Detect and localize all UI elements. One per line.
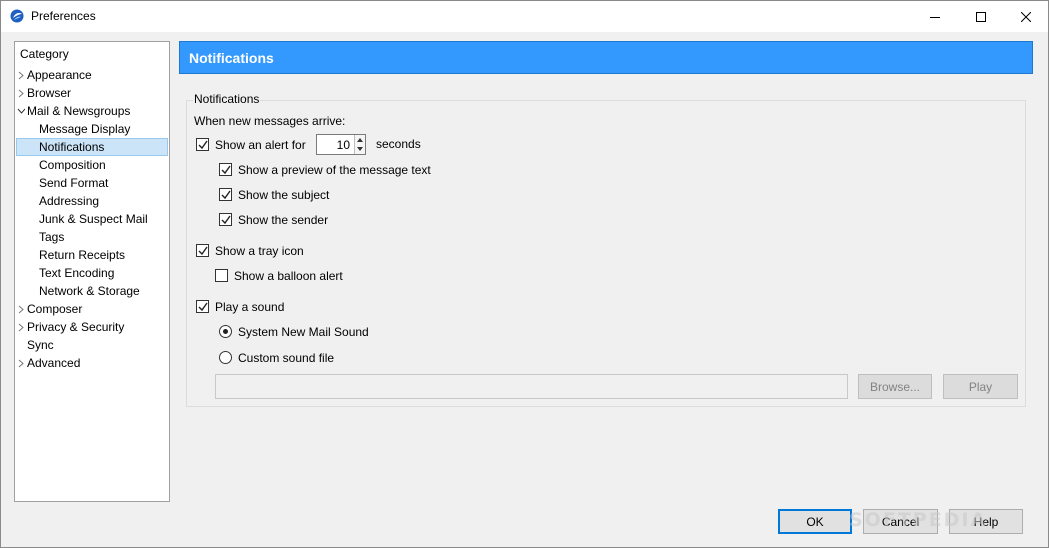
alert-seconds-spinner[interactable]: 10 [316, 134, 366, 155]
tree-item-addressing[interactable]: Addressing [39, 192, 99, 210]
preferences-window: Preferences Category Appearance Browser … [0, 0, 1049, 548]
show-preview-checkbox[interactable] [219, 163, 232, 176]
seconds-label: seconds [376, 137, 421, 151]
tree-item-sync[interactable]: Sync [27, 336, 54, 354]
check-icon [221, 190, 231, 200]
tree-item-message-display[interactable]: Message Display [39, 120, 130, 138]
sound-file-path-input[interactable] [215, 374, 848, 399]
tree-item-mail-newsgroups[interactable]: Mail & Newsgroups [27, 102, 130, 120]
tree-item-junk-suspect-mail[interactable]: Junk & Suspect Mail [39, 210, 148, 228]
play-button[interactable]: Play [943, 374, 1018, 399]
panel-title: Notifications [189, 50, 274, 66]
title-bar: Preferences [1, 1, 1048, 32]
tree-item-composition[interactable]: Composition [39, 156, 106, 174]
tree-item-return-receipts[interactable]: Return Receipts [39, 246, 125, 264]
check-icon [198, 246, 208, 256]
radio-selected-dot [223, 329, 228, 334]
category-header: Category [20, 47, 69, 61]
chevron-right-icon[interactable] [18, 300, 26, 318]
tree-item-advanced[interactable]: Advanced [27, 354, 80, 372]
system-sound-radio[interactable] [219, 325, 232, 338]
alert-seconds-value[interactable]: 10 [337, 138, 350, 152]
ok-button[interactable]: OK [778, 509, 852, 534]
chevron-right-icon[interactable] [18, 66, 26, 84]
minimize-icon [930, 16, 940, 18]
show-tray-label[interactable]: Show a tray icon [215, 244, 304, 258]
chevron-right-icon[interactable] [18, 84, 26, 102]
play-sound-label[interactable]: Play a sound [215, 300, 284, 314]
tree-item-composer[interactable]: Composer [27, 300, 82, 318]
group-title: Notifications [193, 92, 261, 106]
close-icon [1021, 11, 1031, 22]
show-balloon-label[interactable]: Show a balloon alert [234, 269, 343, 283]
intro-label: When new messages arrive: [194, 114, 346, 128]
system-sound-label[interactable]: System New Mail Sound [238, 325, 369, 339]
show-preview-label[interactable]: Show a preview of the message text [238, 163, 431, 177]
show-sender-label[interactable]: Show the sender [238, 213, 328, 227]
spinner-buttons [354, 135, 365, 154]
custom-sound-label[interactable]: Custom sound file [238, 351, 334, 365]
show-subject-checkbox[interactable] [219, 188, 232, 201]
tree-item-notifications[interactable]: Notifications [16, 138, 168, 156]
show-sender-checkbox[interactable] [219, 213, 232, 226]
app-icon [10, 9, 24, 23]
tree-item-privacy-security[interactable]: Privacy & Security [27, 318, 124, 336]
panel-header: Notifications [179, 41, 1033, 74]
show-alert-label[interactable]: Show an alert for [215, 138, 306, 152]
show-alert-checkbox[interactable] [196, 138, 209, 151]
tree-item-browser[interactable]: Browser [27, 84, 71, 102]
tree-item-text-encoding[interactable]: Text Encoding [39, 264, 114, 282]
chevron-right-icon[interactable] [18, 354, 26, 372]
play-sound-checkbox[interactable] [196, 300, 209, 313]
tree-item-appearance[interactable]: Appearance [27, 66, 92, 84]
minimize-button[interactable] [912, 1, 958, 32]
maximize-button[interactable] [958, 1, 1004, 32]
show-subject-label[interactable]: Show the subject [238, 188, 329, 202]
settings-panel: Notifications Notifications When new mes… [179, 41, 1034, 502]
maximize-icon [976, 11, 986, 22]
spin-up-icon[interactable] [355, 135, 365, 144]
check-icon [198, 302, 208, 312]
window-title: Preferences [31, 9, 96, 23]
tree-item-tags[interactable]: Tags [39, 228, 64, 246]
tree-item-send-format[interactable]: Send Format [39, 174, 108, 192]
show-balloon-checkbox[interactable] [215, 269, 228, 282]
check-icon [198, 140, 208, 150]
browse-button[interactable]: Browse... [858, 374, 932, 399]
spin-down-icon[interactable] [355, 144, 365, 153]
show-tray-checkbox[interactable] [196, 244, 209, 257]
close-button[interactable] [1003, 1, 1049, 32]
check-icon [221, 215, 231, 225]
check-icon [221, 165, 231, 175]
category-tree: Category Appearance Browser Mail & Newsg… [14, 41, 170, 502]
chevron-right-icon[interactable] [18, 318, 26, 336]
custom-sound-radio[interactable] [219, 351, 232, 364]
chevron-down-icon[interactable] [17, 102, 25, 120]
watermark: SOFTPEDIA [849, 509, 988, 531]
tree-item-network-storage[interactable]: Network & Storage [39, 282, 140, 300]
